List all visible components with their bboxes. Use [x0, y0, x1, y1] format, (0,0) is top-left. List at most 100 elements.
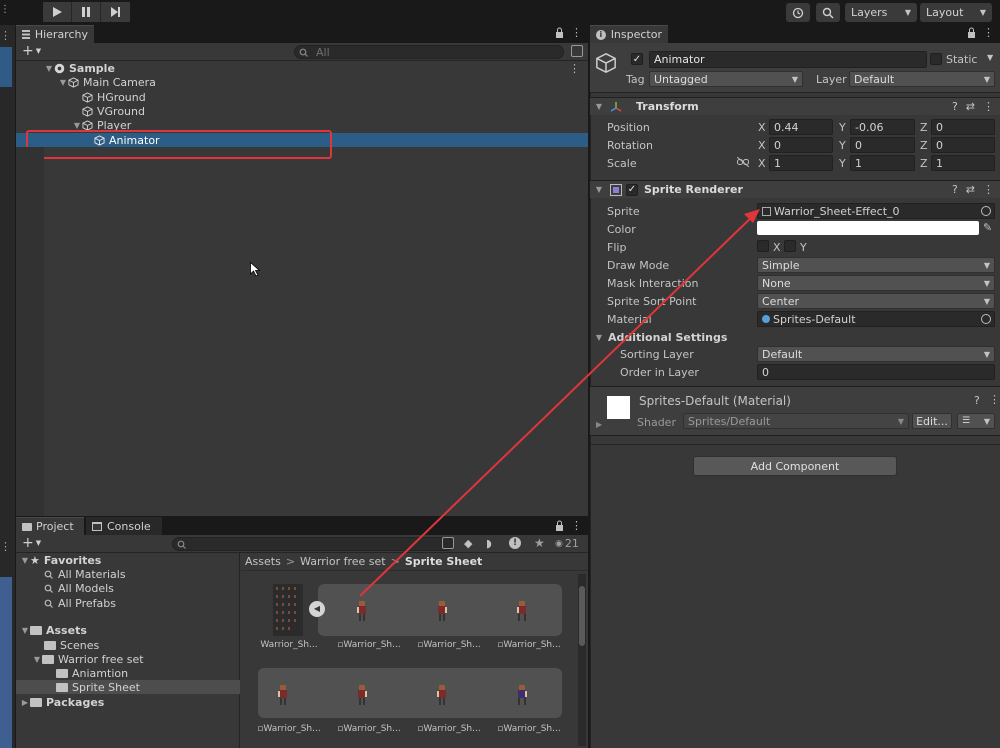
- inspector-more-icon[interactable]: ⋮: [983, 26, 994, 39]
- fold-arrow-icon[interactable]: ▼: [594, 102, 604, 111]
- component-more-icon[interactable]: ⋮: [983, 183, 994, 196]
- layout-dropdown[interactable]: Layout ▼: [920, 3, 992, 22]
- breadcrumb-sprite-sheet[interactable]: Sprite Sheet: [405, 555, 482, 568]
- warrior-sprite[interactable]: [435, 600, 449, 622]
- shader-options-dropdown[interactable]: ☰ ▼: [957, 413, 995, 429]
- object-name-field[interactable]: Animator: [649, 51, 927, 68]
- scene-search-icon[interactable]: [442, 537, 454, 549]
- eyedropper-icon[interactable]: ✎: [983, 221, 992, 234]
- scene-search-icon[interactable]: [571, 45, 583, 57]
- preset-icon[interactable]: ⇄: [966, 183, 975, 196]
- pause-button[interactable]: [72, 2, 101, 22]
- breadcrumb-warrior[interactable]: Warrior free set: [300, 555, 386, 568]
- layer-dropdown[interactable]: Default ▼: [849, 71, 995, 87]
- rotation-x-field[interactable]: 0: [769, 137, 833, 153]
- hierarchy-item-hground[interactable]: HGround: [16, 90, 588, 104]
- layers-dropdown[interactable]: Layers ▼: [845, 3, 917, 22]
- warrior-sprite[interactable]: [355, 600, 369, 622]
- hierarchy-item-vground[interactable]: VGround: [16, 104, 588, 118]
- game-more-icon[interactable]: ⋮: [0, 540, 11, 553]
- tab-console[interactable]: Console: [86, 517, 162, 535]
- hierarchy-search-input[interactable]: All: [294, 45, 564, 59]
- tree-packages[interactable]: ▶ Packages: [16, 695, 240, 709]
- component-more-icon[interactable]: ⋮: [983, 100, 994, 113]
- help-icon[interactable]: ?: [952, 100, 958, 113]
- additional-settings-foldout[interactable]: ▼ Additional Settings: [594, 330, 727, 344]
- draw-mode-dropdown[interactable]: Simple ▼: [757, 257, 995, 273]
- fold-arrow-icon[interactable]: ▼: [20, 556, 30, 565]
- rotation-z-field[interactable]: 0: [931, 137, 995, 153]
- scene-more-icon[interactable]: ⋮: [569, 62, 580, 75]
- tab-hierarchy[interactable]: Hierarchy: [16, 25, 94, 43]
- toolbar-more-icon[interactable]: ⋮: [0, 4, 10, 20]
- sprite-sheet-thumbnail[interactable]: [273, 584, 303, 636]
- tree-folder-warrior-free-set[interactable]: ▼ Warrior free set: [16, 652, 240, 666]
- add-component-button[interactable]: Add Component: [693, 456, 897, 476]
- sort-point-dropdown[interactable]: Center ▼: [757, 293, 995, 309]
- asset-grid-scrollbar[interactable]: [578, 574, 586, 746]
- constrain-link-icon[interactable]: [737, 157, 749, 167]
- tree-folder-sprite-sheet[interactable]: Sprite Sheet: [16, 680, 240, 694]
- filter-type-icon[interactable]: ◆: [464, 537, 476, 550]
- flip-y-checkbox[interactable]: [784, 240, 796, 252]
- object-picker-icon[interactable]: [981, 314, 991, 324]
- warrior-sprite[interactable]: [276, 684, 290, 706]
- warrior-sprite[interactable]: [515, 600, 529, 622]
- warning-icon[interactable]: !: [509, 537, 521, 549]
- fold-arrow-icon[interactable]: ▼: [44, 64, 54, 73]
- scale-z-field[interactable]: 1: [931, 155, 995, 171]
- collapse-sprites-button[interactable]: ◀: [309, 601, 325, 617]
- fold-arrow-icon[interactable]: ▶: [20, 698, 30, 707]
- sprite-object-field[interactable]: Warrior_Sheet-Effect_0: [757, 203, 995, 219]
- lock-icon[interactable]: [555, 520, 564, 531]
- help-icon[interactable]: ?: [974, 394, 980, 407]
- project-create-button[interactable]: + ▼: [22, 536, 41, 550]
- fold-arrow-icon[interactable]: ▼: [594, 185, 604, 194]
- step-button[interactable]: [101, 2, 130, 22]
- star-icon[interactable]: ★: [534, 536, 545, 550]
- lock-icon[interactable]: [967, 27, 976, 38]
- static-checkbox[interactable]: [930, 53, 942, 65]
- search-button[interactable]: [816, 3, 840, 22]
- position-y-field[interactable]: -0.06: [850, 119, 915, 135]
- warrior-sprite[interactable]: [435, 684, 449, 706]
- sprite-renderer-enabled-checkbox[interactable]: ✓: [626, 183, 638, 196]
- fold-arrow-icon[interactable]: ▼: [58, 78, 68, 87]
- sorting-layer-dropdown[interactable]: Default ▼: [757, 346, 995, 362]
- object-picker-icon[interactable]: [981, 206, 991, 216]
- fold-arrow-icon[interactable]: ▶: [596, 420, 602, 429]
- fold-arrow-icon[interactable]: ▼: [72, 121, 82, 130]
- tree-favorite-item[interactable]: All Models: [16, 581, 240, 595]
- position-x-field[interactable]: 0.44: [769, 119, 833, 135]
- hidden-packages-count[interactable]: ◉ 21: [555, 537, 579, 550]
- material-more-icon[interactable]: ⋮: [989, 393, 1000, 406]
- create-button[interactable]: + ▼: [22, 44, 41, 58]
- tag-icon[interactable]: ◗: [486, 537, 498, 550]
- fold-arrow-icon[interactable]: ▼: [594, 333, 604, 342]
- static-dropdown-icon[interactable]: ▼: [987, 53, 993, 62]
- tree-favorite-item[interactable]: All Prefabs: [16, 596, 240, 610]
- tree-favorites[interactable]: ▼ ★ Favorites: [16, 553, 240, 567]
- tree-assets[interactable]: ▼ Assets: [16, 623, 240, 637]
- warrior-sprite[interactable]: [355, 684, 369, 706]
- tab-project[interactable]: Project: [16, 517, 84, 535]
- tab-inspector[interactable]: i Inspector: [590, 25, 668, 43]
- hierarchy-item-main-camera[interactable]: ▼ Main Camera: [16, 75, 588, 89]
- active-checkbox[interactable]: ✓: [631, 53, 643, 65]
- breadcrumb-assets[interactable]: Assets: [245, 555, 281, 568]
- history-button[interactable]: [786, 3, 810, 22]
- tree-favorite-item[interactable]: All Materials: [16, 567, 240, 581]
- mask-interaction-dropdown[interactable]: None ▼: [757, 275, 995, 291]
- rotation-y-field[interactable]: 0: [850, 137, 915, 153]
- flip-x-checkbox[interactable]: [757, 240, 769, 252]
- material-object-field[interactable]: Sprites-Default: [757, 311, 995, 327]
- warrior-sprite[interactable]: [515, 684, 529, 706]
- tag-dropdown[interactable]: Untagged ▼: [649, 71, 803, 87]
- hierarchy-more-icon[interactable]: ⋮: [571, 26, 582, 39]
- fold-arrow-icon[interactable]: ▼: [20, 626, 30, 635]
- help-icon[interactable]: ?: [952, 183, 958, 196]
- shader-dropdown[interactable]: Sprites/Default ▼: [683, 413, 909, 429]
- lock-icon[interactable]: [555, 27, 564, 38]
- project-more-icon[interactable]: ⋮: [571, 519, 582, 532]
- order-in-layer-field[interactable]: 0: [757, 364, 995, 380]
